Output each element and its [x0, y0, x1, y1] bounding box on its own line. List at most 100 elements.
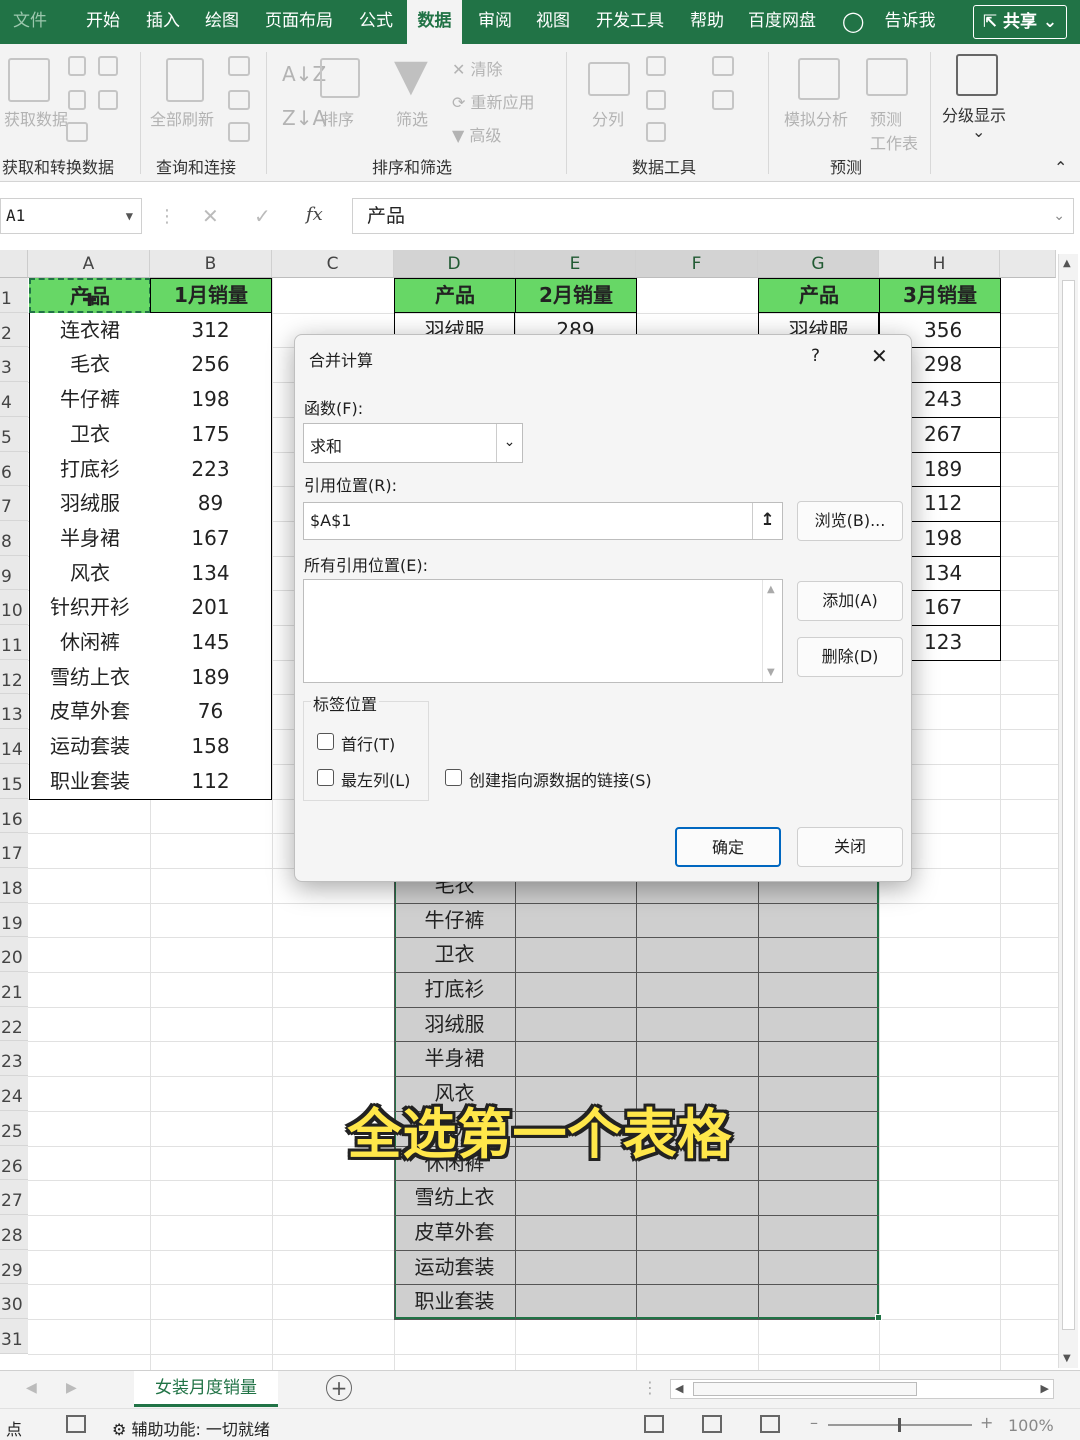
- table1-cell[interactable]: 毛衣: [29, 347, 151, 383]
- column-header-c[interactable]: C: [272, 250, 394, 278]
- tab-insert[interactable]: 插入: [138, 0, 188, 44]
- row-header[interactable]: 21: [0, 972, 28, 1007]
- column-header-e[interactable]: E: [515, 250, 636, 278]
- row-header[interactable]: 19: [0, 903, 28, 937]
- browse-button[interactable]: 浏览(B)...: [797, 501, 903, 541]
- prev-sheet-icon[interactable]: ◀: [26, 1380, 37, 1396]
- row-header[interactable]: 17: [0, 833, 28, 868]
- normal-view-icon[interactable]: [644, 1415, 664, 1433]
- tab-file[interactable]: 文件: [6, 0, 54, 44]
- table1-cell[interactable]: 牛仔裤: [29, 382, 151, 418]
- chevron-down-icon[interactable]: ▼: [126, 199, 133, 233]
- row-header[interactable]: 25: [0, 1111, 28, 1146]
- table1-cell[interactable]: 休闲裤: [29, 625, 151, 661]
- advanced-filter-button[interactable]: ▼ 高级: [452, 122, 501, 146]
- table1-cell[interactable]: 连衣裙: [29, 313, 151, 348]
- tab-baidu-netdisk[interactable]: 百度网盘: [742, 0, 822, 44]
- sort-descending-icon[interactable]: Z↓A: [282, 106, 326, 130]
- text-to-columns-button[interactable]: 分列: [592, 106, 624, 130]
- name-box[interactable]: A1 ▼: [0, 198, 142, 234]
- table1-cell[interactable]: 312: [150, 313, 272, 348]
- collapse-dialog-icon[interactable]: ↥: [752, 503, 782, 539]
- tab-formulas[interactable]: 公式: [351, 0, 401, 44]
- row-header[interactable]: 6: [0, 452, 28, 486]
- table3-header-mar[interactable]: 3月销量: [879, 278, 1001, 313]
- table1-cell[interactable]: 145: [150, 625, 272, 661]
- table1-cell[interactable]: 雪纺上衣: [29, 660, 151, 695]
- row-header[interactable]: 31: [0, 1319, 28, 1354]
- refresh-all-button[interactable]: 全部刷新: [150, 106, 214, 130]
- result-product-cell[interactable]: 牛仔裤: [394, 903, 515, 937]
- tab-draw[interactable]: 绘图: [197, 0, 247, 44]
- row-header[interactable]: 28: [0, 1215, 28, 1250]
- result-product-cell[interactable]: 打底衫: [394, 972, 515, 1007]
- column-header-f[interactable]: F: [636, 250, 758, 278]
- row-header[interactable]: 29: [0, 1250, 28, 1284]
- tab-home[interactable]: 开始: [78, 0, 128, 44]
- next-sheet-icon[interactable]: ▶: [66, 1380, 77, 1396]
- table1-cell[interactable]: 112: [150, 764, 272, 800]
- result-product-cell[interactable]: 卫衣: [394, 937, 515, 972]
- table1-cell[interactable]: 羽绒服: [29, 486, 151, 522]
- zoom-in-icon[interactable]: +: [980, 1413, 993, 1432]
- table1-cell[interactable]: 卫衣: [29, 417, 151, 453]
- column-header-g[interactable]: G: [758, 250, 879, 278]
- table1-cell[interactable]: 76: [150, 694, 272, 730]
- sheet-tab-active[interactable]: 女装月度销量: [134, 1371, 278, 1407]
- page-break-view-icon[interactable]: [760, 1415, 780, 1433]
- expand-formula-icon[interactable]: ⌄: [1053, 199, 1065, 233]
- tell-me-search[interactable]: 告诉我: [876, 0, 944, 44]
- table1-cell[interactable]: 皮草外套: [29, 694, 151, 730]
- row-header[interactable]: 8: [0, 521, 28, 556]
- tab-developer[interactable]: 开发工具: [588, 0, 672, 44]
- row-header[interactable]: 30: [0, 1284, 28, 1319]
- column-header-d[interactable]: D: [394, 250, 515, 278]
- macro-record-icon[interactable]: [66, 1415, 86, 1433]
- result-product-cell[interactable]: 羽绒服: [394, 1007, 515, 1041]
- add-sheet-icon[interactable]: +: [326, 1375, 352, 1401]
- page-layout-view-icon[interactable]: [702, 1415, 722, 1433]
- table2-header-product[interactable]: 产品: [394, 278, 516, 313]
- chevron-down-icon[interactable]: ⌄: [496, 424, 522, 462]
- row-header[interactable]: 18: [0, 868, 28, 903]
- table1-cell[interactable]: 打底衫: [29, 452, 151, 487]
- tab-view[interactable]: 视图: [528, 0, 578, 44]
- filter-button[interactable]: 筛选: [396, 106, 428, 130]
- table1-cell[interactable]: 针织开衫: [29, 590, 151, 626]
- row-header[interactable]: 24: [0, 1076, 28, 1111]
- sort-button[interactable]: 排序: [322, 106, 354, 130]
- all-references-list[interactable]: ▲ ▼: [303, 579, 783, 683]
- row-header[interactable]: 12: [0, 660, 28, 694]
- row-header[interactable]: 5: [0, 417, 28, 452]
- table1-header-jan[interactable]: 1月销量: [150, 278, 272, 313]
- row-header[interactable]: 1: [0, 278, 28, 313]
- result-product-cell[interactable]: 皮草外套: [394, 1215, 515, 1250]
- result-product-cell[interactable]: 雪纺上衣: [394, 1180, 515, 1215]
- table1-cell[interactable]: 175: [150, 417, 272, 453]
- table1-cell[interactable]: 189: [150, 660, 272, 695]
- table1-cell[interactable]: 167: [150, 521, 272, 557]
- row-header[interactable]: 15: [0, 764, 28, 799]
- create-links-checkbox[interactable]: [445, 769, 462, 786]
- zoom-slider[interactable]: [828, 1418, 972, 1432]
- table1-cell[interactable]: 158: [150, 729, 272, 765]
- left-column-checkbox[interactable]: [317, 769, 334, 786]
- insert-function-icon[interactable]: fx: [306, 204, 323, 225]
- row-header[interactable]: 22: [0, 1007, 28, 1041]
- fill-handle[interactable]: [875, 1314, 882, 1321]
- close-icon[interactable]: ✕: [871, 344, 888, 368]
- row-header[interactable]: 13: [0, 694, 28, 729]
- row-header[interactable]: 16: [0, 799, 28, 833]
- horizontal-scrollbar[interactable]: ◀ ▶: [670, 1379, 1054, 1399]
- table1-cell[interactable]: 134: [150, 556, 272, 591]
- row-header[interactable]: 2: [0, 313, 28, 347]
- tab-help[interactable]: 帮助: [682, 0, 732, 44]
- row-header[interactable]: 14: [0, 729, 28, 764]
- table1-cell[interactable]: 运动套装: [29, 729, 151, 765]
- row-header[interactable]: 3: [0, 347, 28, 382]
- scroll-up-icon[interactable]: ▲: [767, 584, 775, 595]
- row-header[interactable]: 27: [0, 1180, 28, 1215]
- column-header-h[interactable]: H: [879, 250, 1000, 278]
- enter-icon[interactable]: ✓: [254, 204, 271, 228]
- collapse-ribbon-icon[interactable]: ⌃: [1054, 158, 1067, 177]
